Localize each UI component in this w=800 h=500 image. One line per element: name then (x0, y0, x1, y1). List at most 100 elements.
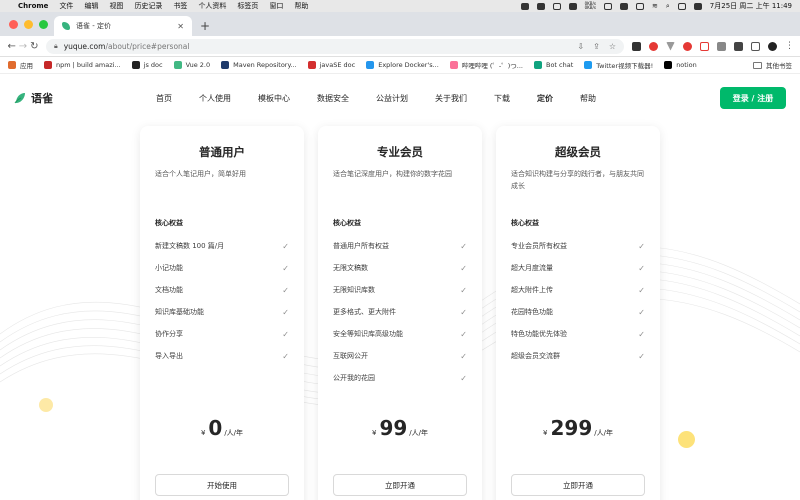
extension-icon-5[interactable] (716, 41, 726, 51)
nav-link-security[interactable]: 数据安全 (317, 93, 349, 104)
bookmark-item[interactable]: 哔哩哔哩 (゜-゜)つ... (449, 60, 523, 70)
menubar-item-edit[interactable]: 编辑 (84, 1, 98, 11)
npm-icon (44, 61, 52, 69)
network-speed-readout: 0KB/s 0KB/s (585, 2, 596, 10)
bookmark-label: notion (676, 61, 697, 69)
bookmark-item[interactable]: Bot chat (534, 61, 573, 69)
check-icon: ✓ (282, 285, 289, 295)
zoom-window-button[interactable] (39, 20, 48, 29)
login-register-button[interactable]: 登录 / 注册 (720, 87, 786, 109)
url-host: yuque.com (63, 41, 106, 51)
check-icon: ✓ (460, 263, 467, 273)
bookmark-item[interactable]: Maven Repository... (221, 61, 297, 69)
siri-icon[interactable] (693, 2, 702, 10)
plan-feature: 特色功能优先体验 ✓ (511, 323, 645, 345)
status-window-icon[interactable] (552, 2, 561, 10)
other-bookmarks-label: 其他书签 (766, 62, 792, 70)
wifi-icon[interactable]: ≋ (652, 2, 658, 10)
minimize-window-button[interactable] (24, 20, 33, 29)
close-window-button[interactable] (9, 20, 18, 29)
battery-icon[interactable] (635, 2, 644, 10)
menubar-item-history[interactable]: 历史记录 (134, 1, 162, 11)
bookmark-item[interactable]: Twitter视频下载器! (584, 60, 653, 70)
nav-link-download[interactable]: 下载 (494, 93, 510, 104)
menubar-item-view[interactable]: 视图 (109, 1, 123, 11)
check-icon: ✓ (460, 307, 467, 317)
bookmark-item[interactable]: Explore Docker's... (366, 61, 439, 69)
nav-link-help[interactable]: 帮助 (580, 93, 596, 104)
plan-feature: 导入导出 ✓ (155, 345, 289, 367)
bookmark-star-icon[interactable]: ☆ (609, 42, 616, 51)
yuque-logo[interactable]: 语雀 (14, 90, 53, 106)
plan-title: 超级会员 (555, 145, 601, 159)
status-app3-icon[interactable] (619, 2, 628, 10)
plan-description: 适合个人笔记用户，简单好用 (155, 170, 246, 178)
bookmark-item[interactable]: 应用 (8, 60, 33, 70)
search-icon[interactable]: ⌕ (666, 2, 670, 11)
extension-icon-4[interactable] (699, 41, 709, 51)
extension-icon-3[interactable] (682, 41, 692, 51)
menubar-item-tabs[interactable]: 标签页 (237, 1, 258, 11)
price-unit: /人/年 (409, 429, 429, 437)
menubar-app-name[interactable]: Chrome (18, 2, 48, 10)
nav-link-home[interactable]: 首页 (156, 93, 172, 104)
status-ghost-icon[interactable] (536, 2, 545, 10)
bookmark-item[interactable]: npm | build amazi... (44, 61, 121, 69)
browser-tab-active[interactable]: 语雀 - 定价 ✕ (54, 16, 192, 36)
status-display-icon[interactable] (603, 2, 612, 10)
other-bookmarks[interactable]: 其他书签 (753, 60, 792, 70)
nav-link-charity[interactable]: 公益计划 (376, 93, 408, 104)
feature-label: 花园特色功能 (511, 308, 553, 316)
price-currency: ¥ (200, 429, 206, 437)
plan-feature: 协作分享 ✓ (155, 323, 289, 345)
menubar-item-file[interactable]: 文件 (59, 1, 73, 11)
bookmark-item[interactable]: js doc (131, 61, 163, 69)
forward-arrow-icon[interactable]: → (17, 41, 28, 52)
profile-avatar-icon[interactable] (767, 41, 777, 51)
status-app2-icon[interactable] (568, 2, 577, 10)
bookmark-item[interactable]: notion (664, 61, 697, 69)
control-center-icon[interactable] (677, 2, 686, 10)
nav-link-about[interactable]: 关于我们 (435, 93, 467, 104)
extension-icon-1[interactable] (631, 41, 641, 51)
reload-icon[interactable]: ↻ (29, 41, 40, 52)
chrome-menu-icon[interactable]: ⋮ (785, 41, 794, 51)
install-app-icon[interactable]: ⇩ (577, 42, 584, 51)
nav-link-personal[interactable]: 个人使用 (199, 93, 231, 104)
start-using-button[interactable]: 开始使用 (155, 474, 289, 496)
bookmark-label: 哔哩哔哩 (゜-゜)つ... (461, 62, 523, 70)
menubar-clock[interactable]: 7月25日 周二 上午 11:49 (710, 1, 792, 11)
share-icon[interactable]: ⇪ (593, 42, 600, 51)
subscribe-pro-button[interactable]: 立即开通 (333, 474, 467, 496)
extensions-puzzle-icon[interactable] (733, 41, 743, 51)
menubar-item-help[interactable]: 帮助 (294, 1, 308, 11)
subscribe-super-button[interactable]: 立即开通 (511, 474, 645, 496)
extension-vue-devtools-icon[interactable] (665, 41, 675, 51)
status-app-icon[interactable] (520, 2, 529, 10)
bookmark-label: Explore Docker's... (378, 61, 439, 69)
extension-icon-2[interactable] (648, 41, 658, 51)
feature-label: 公开我的花园 (333, 374, 375, 382)
feature-label: 小记功能 (155, 264, 183, 272)
bookmark-item[interactable]: Vue 2.0 (173, 61, 210, 69)
address-bar[interactable]: 🔒︎ yuque.com /about/price#personal ⇩ ⇪ ☆ (45, 38, 624, 54)
menubar-item-bookmarks[interactable]: 书签 (173, 1, 187, 11)
plan-price: ¥ 299 /人/年 (496, 416, 660, 440)
plan-card-super: 超级会员 适合知识构建与分享的践行者，与朋友共同成长 核心权益 专业会员所有权益… (496, 126, 660, 500)
feature-label: 新建文稿数 100 篇/月 (155, 242, 225, 250)
feature-label: 协作分享 (155, 330, 183, 338)
lock-icon[interactable]: 🔒︎ (54, 42, 58, 51)
menubar-item-profiles[interactable]: 个人资料 (198, 1, 226, 11)
feature-label: 专业会员所有权益 (511, 242, 567, 250)
check-icon: ✓ (460, 285, 467, 295)
nav-link-pricing[interactable]: 定价 (537, 93, 553, 104)
bookmark-item[interactable]: javaSE doc (307, 61, 355, 69)
menubar-item-window[interactable]: 窗口 (269, 1, 283, 11)
new-tab-plus-icon[interactable]: + (200, 19, 210, 33)
reading-list-icon[interactable] (750, 41, 760, 51)
tab-close-icon[interactable]: ✕ (177, 22, 184, 31)
nav-link-templates[interactable]: 模板中心 (258, 93, 290, 104)
plan-feature: 超级会员交流群 ✓ (511, 345, 645, 367)
feature-label: 互联网公开 (333, 352, 368, 360)
back-arrow-icon[interactable]: ← (6, 41, 17, 52)
